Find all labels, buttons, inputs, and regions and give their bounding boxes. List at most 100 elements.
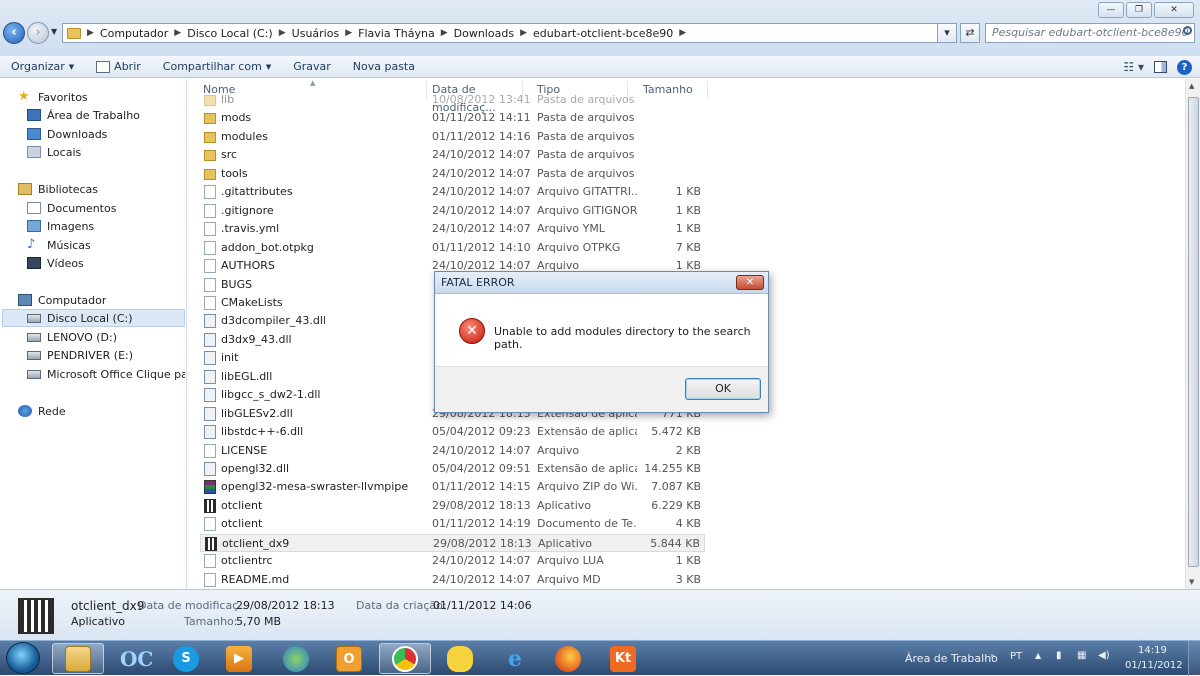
file-row[interactable]: src 24/10/2012 14:07 Pasta de arquivos [200,146,705,164]
nav-videos[interactable]: Vídeos [27,254,84,272]
file-row[interactable]: otclientrc 24/10/2012 14:07 Arquivo LUA 1 K… [200,552,705,570]
file-row[interactable]: README.md 24/10/2012 14:07 Arquivo MD 3 KB [200,571,705,589]
breadcrumb-disk[interactable]: Disco Local (C:) [187,27,273,40]
file-type: Arquivo OTPKG [537,240,621,254]
taskbar-skype[interactable]: S [160,643,212,674]
file-row[interactable]: addon_bot.otpkg 01/11/2012 14:10 Arquivo O… [200,239,705,257]
help-icon[interactable]: ? [1177,59,1192,75]
view-options-icon[interactable]: ☷ ▾ [1123,60,1144,74]
burn-button[interactable]: Gravar [282,60,342,73]
nav-drive-d[interactable]: LENOVO (D:) [27,328,117,346]
file-row[interactable]: libstdc++-6.dll 05/04/2012 09:23 Extensão … [200,423,705,441]
breadcrumb-downloads[interactable]: Downloads [454,27,514,40]
dialog-close-button[interactable]: ✕ [736,275,764,290]
start-button[interactable] [6,642,40,674]
nav-drive-e[interactable]: PENDRIVER (E:) [27,346,133,364]
scroll-down-icon[interactable]: ▼ [1189,578,1194,586]
back-button[interactable]: ‹ [3,22,25,44]
taskbar-pokemon[interactable] [434,643,486,674]
volume-icon[interactable]: ◀) [1098,650,1110,661]
taskbar-ie[interactable]: e [489,643,541,674]
nav-drive-office[interactable]: Microsoft Office Clique para Executar [27,365,185,383]
taskbar-kt-app[interactable]: Kt [597,643,649,674]
taskbar-firefox[interactable] [542,643,594,674]
usb-icon[interactable]: ▮ [1056,650,1062,661]
clock-time[interactable]: 14:19 [1138,645,1167,656]
show-hidden-icons-icon[interactable]: ▲ [1035,651,1041,660]
file-row[interactable]: mods 01/11/2012 14:11 Pasta de arquivos [200,109,705,127]
breadcrumb-chevron-icon[interactable]: ▶ [441,28,448,38]
file-type: Arquivo [537,443,580,457]
ok-button[interactable]: OK [685,378,761,400]
breadcrumb-chevron-icon[interactable]: ▶ [345,28,352,38]
desktop-toolbar-chevron-icon[interactable]: » [990,651,995,660]
taskbar-messenger[interactable] [270,643,322,674]
nav-drive-c[interactable]: Disco Local (C:) [2,309,185,327]
nav-libraries[interactable]: Bibliotecas [18,180,98,198]
breadcrumb-users[interactable]: Usuários [292,27,340,40]
taskbar-otclient[interactable]: OC [107,643,159,674]
file-size: 7 KB [675,240,701,254]
file-row[interactable]: otclient_dx9 29/08/2012 18:13 Aplicativo 5.… [200,533,705,552]
file-row[interactable]: otclient 29/08/2012 18:13 Aplicativo 6.229 … [200,497,705,515]
breadcrumb-chevron-icon[interactable]: ▶ [87,28,94,38]
close-button[interactable]: ✕ [1154,2,1194,18]
file-row[interactable]: LICENSE 24/10/2012 14:07 Arquivo 2 KB [200,442,705,460]
file-row[interactable]: opengl32.dll 05/04/2012 09:51 Extensão de … [200,460,705,478]
maximize-button[interactable]: ❐ [1126,2,1152,18]
breadcrumb-user[interactable]: Flavia Tháyna [358,27,435,40]
file-row[interactable]: .gitattributes 24/10/2012 14:07 Arquivo GI… [200,183,705,201]
nav-computer[interactable]: Computador [18,291,106,309]
file-row[interactable]: otclient 01/11/2012 14:19 Documento de Te.… [200,515,705,533]
show-desktop-button[interactable] [1188,641,1200,676]
forward-button[interactable]: › [27,22,49,44]
taskbar-explorer[interactable] [52,643,104,674]
preview-pane-icon[interactable] [1154,61,1167,73]
breadcrumb-computer[interactable]: Computador [100,27,168,40]
address-dropdown-button[interactable]: ▾ [937,23,957,43]
scroll-thumb[interactable] [1188,97,1199,567]
drive-icon [27,332,41,342]
network-icon [18,405,32,417]
search-input[interactable]: Pesquisar edubart-otclient-bce8e90 [985,23,1195,43]
file-row[interactable]: tools 24/10/2012 14:07 Pasta de arquivos [200,165,705,183]
breadcrumb-chevron-icon[interactable]: ▶ [679,28,686,38]
nav-downloads[interactable]: Downloads [27,125,107,143]
file-row[interactable]: opengl32-mesa-swraster-llvmpipe 01/11/201… [200,478,705,496]
file-row[interactable]: .travis.yml 24/10/2012 14:07 Arquivo YML 1 … [200,220,705,238]
language-indicator[interactable]: PT [1010,651,1022,662]
file-row[interactable]: lib 10/08/2012 13:41 Pasta de arquivos [200,91,705,109]
app-icon [205,536,217,551]
file-row[interactable]: .gitignore 24/10/2012 14:07 Arquivo GITIGN… [200,202,705,220]
taskbar-chrome[interactable] [379,643,431,674]
minimize-button[interactable]: — [1098,2,1124,18]
nav-network[interactable]: Rede [18,402,66,420]
share-button[interactable]: Compartilhar com ▼ [152,60,282,73]
desktop-toolbar-label[interactable]: Área de Trabalho [905,652,998,665]
refresh-button[interactable]: ⇄ [960,23,980,43]
breadcrumb-chevron-icon[interactable]: ▶ [520,28,527,38]
file-row[interactable]: modules 01/11/2012 14:16 Pasta de arquivos [200,128,705,146]
history-dropdown[interactable]: ▼ [51,27,57,36]
nav-music[interactable]: ♪ Músicas [27,236,91,254]
file-icon [204,203,216,218]
organize-button[interactable]: Organizar ▼ [0,60,85,73]
clock-date[interactable]: 01/11/2012 [1125,660,1183,671]
network-tray-icon[interactable]: ▦ [1077,650,1086,661]
file-name: opengl32.dll [221,462,290,475]
address-field[interactable]: ▶ Computador ▶ Disco Local (C:) ▶ Usuári… [62,23,957,43]
open-button[interactable]: Abrir [85,60,152,73]
breadcrumb-current[interactable]: edubart-otclient-bce8e90 [533,27,673,40]
breadcrumb-chevron-icon[interactable]: ▶ [174,28,181,38]
scroll-up-icon[interactable]: ▲ [1189,82,1194,90]
taskbar-media-player[interactable]: ▶ [213,643,265,674]
nav-documents[interactable]: Documentos [27,199,116,217]
nav-favorites[interactable]: ★ Favoritos [18,88,88,106]
taskbar-outlook[interactable]: O [323,643,375,674]
breadcrumb-chevron-icon[interactable]: ▶ [279,28,286,38]
nav-places[interactable]: Locais [27,143,81,161]
nav-pictures[interactable]: Imagens [27,217,94,235]
nav-desktop[interactable]: Área de Trabalho [27,106,140,124]
vertical-scrollbar[interactable]: ▲ ▼ [1185,79,1200,589]
new-folder-button[interactable]: Nova pasta [342,60,426,73]
